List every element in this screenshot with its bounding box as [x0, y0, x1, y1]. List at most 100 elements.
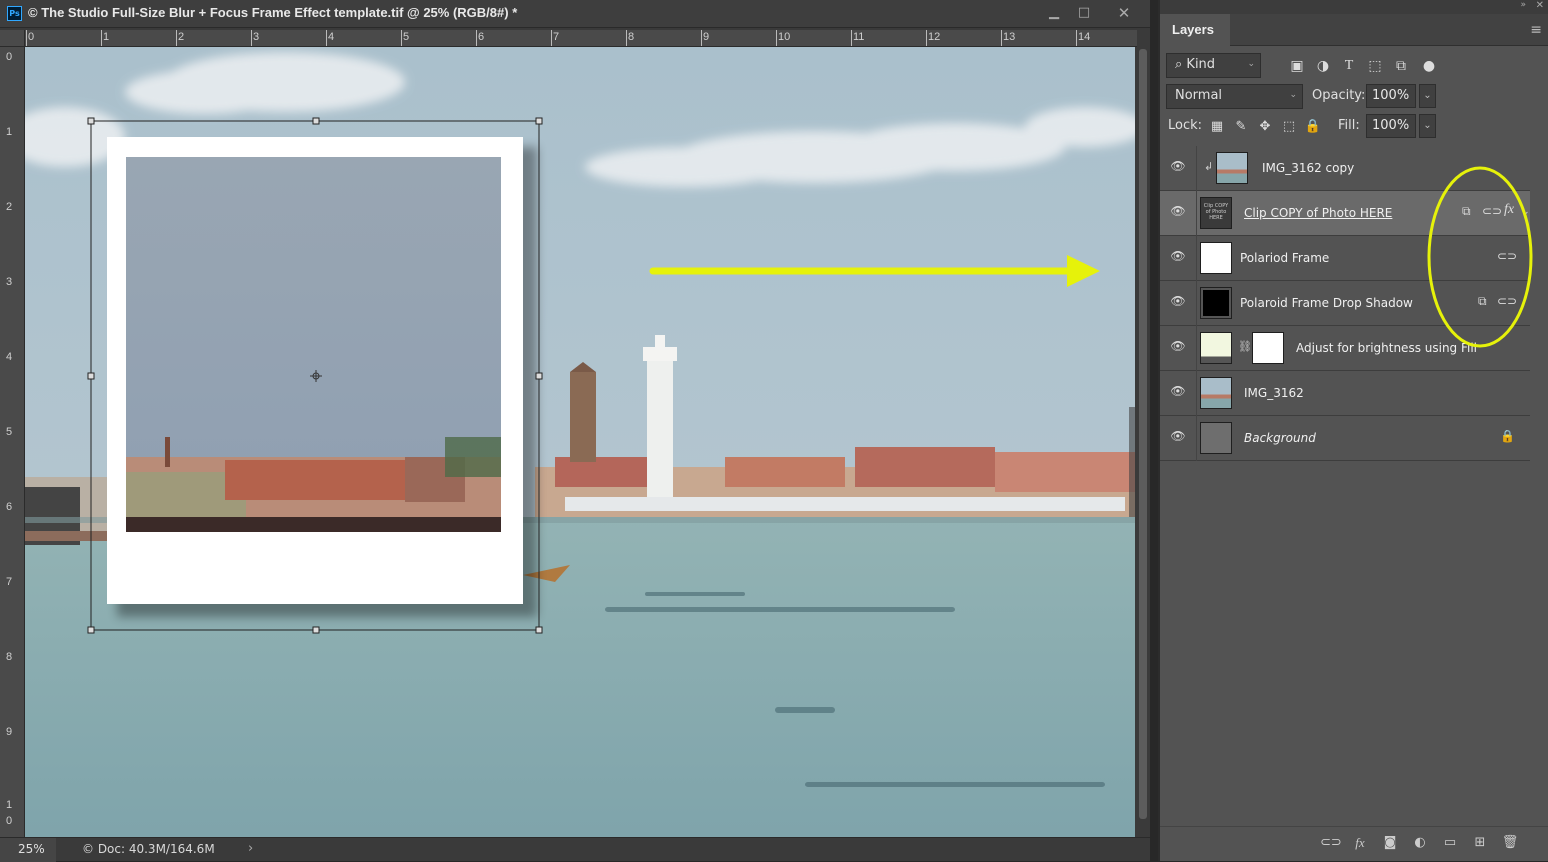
layer-thumbnail: [1200, 377, 1232, 409]
ruler-tick: [626, 30, 627, 46]
document-titlebar[interactable]: Ps © The Studio Full-Size Blur + Focus F…: [0, 0, 1150, 28]
layer-thumbnail: [1200, 422, 1232, 454]
panel-footer: ⊂⊃ fx ◙ ◐ ▭ ⊞ 🗑: [1160, 826, 1548, 861]
ruler-label: 5: [6, 426, 13, 438]
ruler-label: 1: [103, 31, 110, 43]
layer-name[interactable]: Polariod Frame: [1240, 251, 1329, 265]
horizontal-ruler[interactable]: 0 1 2 3 4 5 6 7 8 9 10 11 12 13 14: [25, 30, 1137, 47]
clipping-arrow-icon: ↲: [1204, 160, 1214, 173]
visibility-eye-icon[interactable]: 👁: [1168, 204, 1188, 222]
zoom-level[interactable]: 25%: [0, 838, 56, 862]
smart-object-filter-icon[interactable]: ⧉: [1391, 56, 1411, 76]
layer-thumbnail: [1200, 287, 1232, 319]
layer-name[interactable]: Polaroid Frame Drop Shadow: [1240, 296, 1413, 310]
ruler-tick: [776, 30, 777, 46]
ruler-label: 12: [928, 31, 941, 43]
add-style-icon[interactable]: fx: [1350, 835, 1370, 855]
layer-name[interactable]: Background: [1244, 431, 1316, 445]
filter-kind-select[interactable]: ⌕ Kind ⌄: [1166, 53, 1261, 78]
layer-name[interactable]: IMG_3162 copy: [1262, 161, 1354, 175]
search-icon: ⌕: [1175, 57, 1183, 72]
new-adjustment-icon[interactable]: ◐: [1410, 835, 1430, 855]
new-layer-icon[interactable]: ⊞: [1470, 835, 1490, 855]
mask-link-icon[interactable]: ⛓: [1238, 340, 1252, 353]
ruler-label: 0: [6, 51, 13, 63]
lock-transparency-icon[interactable]: ▦: [1208, 118, 1226, 136]
layer-thumbnail: Clip COPY of Photo HERE: [1200, 197, 1232, 229]
maximize-button[interactable]: □: [1066, 2, 1102, 24]
ruler-label: 1: [6, 126, 13, 138]
ruler-tick: [401, 30, 402, 46]
status-bar: 25% © Doc: 40.3M/164.6M ›: [0, 837, 1150, 862]
ruler-label: 13: [1003, 31, 1016, 43]
type-filter-icon[interactable]: T: [1339, 56, 1359, 76]
layer-row[interactable]: 👁 IMG_3162: [1160, 371, 1530, 416]
canvas-image: [25, 47, 1135, 837]
tab-layers[interactable]: Layers: [1160, 14, 1230, 46]
visibility-eye-icon[interactable]: 👁: [1168, 384, 1188, 402]
layer-name[interactable]: IMG_3162: [1244, 386, 1304, 400]
visibility-eye-icon[interactable]: 👁: [1168, 159, 1188, 177]
vertical-ruler[interactable]: 012345678910: [0, 47, 25, 837]
adjustment-filter-icon[interactable]: ◑: [1313, 56, 1333, 76]
layer-mask-thumbnail[interactable]: [1252, 332, 1284, 364]
ruler-label: 9: [703, 31, 710, 43]
lock-artboard-icon[interactable]: ⬚: [1280, 118, 1298, 136]
opacity-dropdown[interactable]: ⌄: [1419, 84, 1436, 108]
opacity-label: Opacity:: [1312, 88, 1366, 103]
ruler-label: 11: [853, 31, 865, 43]
ruler-label: 7: [553, 31, 560, 43]
ruler-label: 6: [478, 31, 485, 43]
collapse-icon[interactable]: »: [1520, 0, 1526, 10]
fill-label: Fill:: [1338, 118, 1360, 133]
link-layers-icon[interactable]: ⊂⊃: [1320, 835, 1342, 855]
chevron-down-icon: ⌄: [1289, 90, 1297, 100]
close-button[interactable]: ✕: [1106, 2, 1142, 24]
lock-position-icon[interactable]: ✥: [1256, 118, 1274, 136]
layers-panel: » ✕ Layers ≡ ⌕ Kind ⌄ ▣ ◑ T ⬚ ⧉ ● Normal…: [1158, 0, 1548, 861]
blend-mode-value: Normal: [1175, 88, 1223, 103]
opacity-input[interactable]: 100%: [1366, 84, 1416, 108]
ruler-label: 2: [178, 31, 185, 43]
visibility-eye-icon[interactable]: 👁: [1168, 339, 1188, 357]
ruler-tick: [851, 30, 852, 46]
ruler-label: 14: [1078, 31, 1091, 43]
ruler-label: 8: [628, 31, 635, 43]
fill-input[interactable]: 100%: [1366, 114, 1416, 138]
vertical-scrollbar[interactable]: [1137, 47, 1150, 837]
ruler-corner[interactable]: [0, 30, 25, 47]
ruler-label: 0: [28, 31, 35, 43]
new-group-icon[interactable]: ▭: [1440, 835, 1460, 855]
ruler-label: 2: [6, 201, 13, 213]
layer-row[interactable]: 👁 Background 🔒: [1160, 416, 1530, 461]
lock-label: Lock:: [1168, 118, 1203, 133]
document-title: © The Studio Full-Size Blur + Focus Fram…: [28, 5, 518, 20]
panel-close-icon[interactable]: ✕: [1536, 0, 1544, 11]
status-menu-arrow[interactable]: ›: [248, 841, 253, 856]
ruler-tick: [1076, 30, 1077, 46]
scroll-thumb[interactable]: [1139, 49, 1147, 819]
ruler-tick: [326, 30, 327, 46]
doc-size-info[interactable]: © Doc: 40.3M/164.6M: [82, 842, 215, 856]
ruler-tick: [26, 30, 27, 46]
panel-menu-icon[interactable]: ≡: [1530, 22, 1542, 38]
filter-kind-label: Kind: [1186, 57, 1216, 72]
ruler-tick: [551, 30, 552, 46]
add-mask-icon[interactable]: ◙: [1380, 835, 1400, 855]
lock-all-icon[interactable]: 🔒: [1304, 118, 1322, 136]
ruler-label: 5: [403, 31, 410, 43]
shape-filter-icon[interactable]: ⬚: [1365, 56, 1385, 76]
blend-mode-select[interactable]: Normal ⌄: [1166, 84, 1303, 109]
pixel-filter-icon[interactable]: ▣: [1287, 56, 1307, 76]
canvas[interactable]: [25, 47, 1135, 837]
filter-toggle-icon[interactable]: ●: [1419, 56, 1439, 76]
ruler-tick: [251, 30, 252, 46]
layer-name[interactable]: Clip COPY of Photo HERE: [1244, 206, 1392, 220]
visibility-eye-icon[interactable]: 👁: [1168, 249, 1188, 267]
lock-pixels-icon[interactable]: ✎: [1232, 118, 1250, 136]
fill-dropdown[interactable]: ⌄: [1419, 114, 1436, 138]
delete-layer-icon[interactable]: 🗑: [1500, 835, 1520, 855]
ruler-label: 8: [6, 651, 13, 663]
visibility-eye-icon[interactable]: 👁: [1168, 294, 1188, 312]
visibility-eye-icon[interactable]: 👁: [1168, 429, 1188, 447]
